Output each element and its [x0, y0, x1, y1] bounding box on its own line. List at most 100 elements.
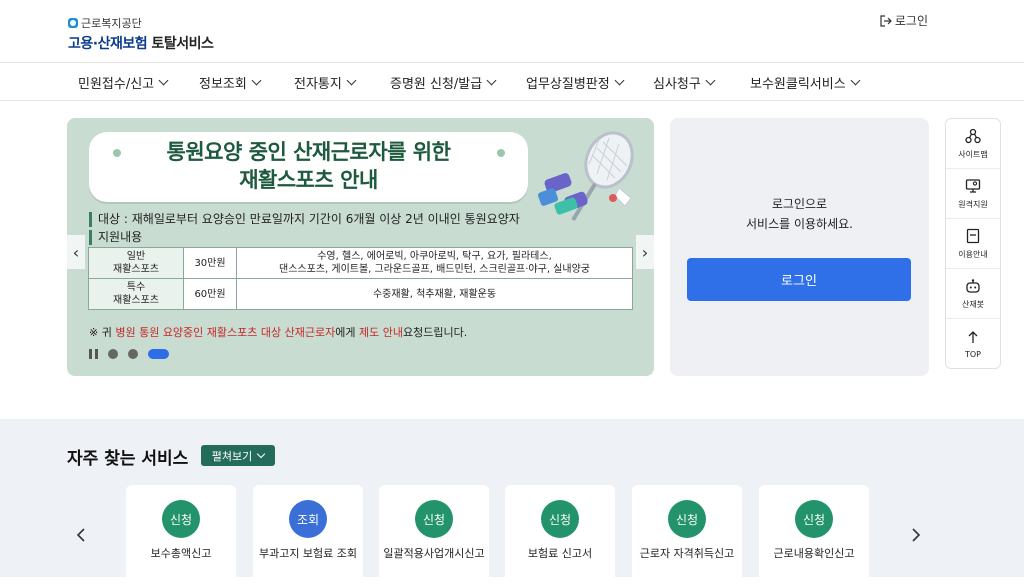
service-name-sub: 토탈서비스: [151, 36, 214, 52]
service-badge: 조회: [289, 500, 327, 538]
banner-indicator-3-active[interactable]: [148, 349, 169, 359]
nav-item-label: 정보조회: [199, 77, 247, 92]
guide-icon: [966, 228, 980, 243]
services-next-button[interactable]: [911, 527, 921, 548]
quick-item-label: TOP: [964, 350, 981, 359]
table-row: 일반 재활스포츠 30만원 수영, 헬스, 에어로빅, 아쿠아로빅, 탁구, 요…: [88, 247, 633, 279]
org-name: 근로복지공단: [81, 17, 142, 30]
chevron-down-icon: [346, 75, 357, 86]
chevron-down-icon: [486, 75, 497, 86]
remote-support-icon: [965, 178, 981, 193]
chevron-left-icon: [76, 528, 85, 542]
expand-button-label: 펼쳐보기: [211, 449, 253, 463]
table-cell-content: 수중재활, 척추재활, 재활운동: [236, 278, 633, 310]
arrow-up-icon: [968, 331, 978, 343]
frequent-services-title: 자주 찾는 서비스: [67, 449, 189, 469]
nav-item-label: 보수원클릭서비스: [750, 77, 846, 92]
site-logo[interactable]: 근로복지공단 고용·산재보험 토탈서비스: [68, 15, 214, 53]
login-message: 로그인으로 서비스를 이용하세요.: [746, 197, 853, 231]
service-card[interactable]: 신청 보수총액신고: [126, 485, 236, 585]
quick-item-guide[interactable]: 이용안내: [946, 219, 1000, 269]
chevron-down-icon: [251, 75, 262, 86]
nav-item-wage-one-click[interactable]: 보수원클릭서비스: [750, 73, 861, 92]
expand-button[interactable]: 펼쳐보기: [201, 445, 275, 466]
quick-item-label: 사이트맵: [958, 149, 988, 159]
services-prev-button[interactable]: [76, 527, 86, 548]
login-panel: 로그인으로 서비스를 이용하세요. 로그인: [670, 118, 929, 376]
chevron-down-icon: [705, 75, 716, 86]
header-login-label: 로그인: [894, 14, 928, 28]
banner-title-dot: [113, 149, 121, 157]
chevron-right-icon: ›: [641, 242, 649, 262]
nav-item-review-request[interactable]: 심사청구: [653, 73, 716, 92]
nav-item-certificates[interactable]: 증명원 신청/발급: [390, 73, 497, 92]
chevron-down-icon: [256, 449, 266, 458]
chevron-right-icon: [912, 528, 921, 542]
banner-support-label: 지원내용: [89, 230, 142, 245]
quick-item-label: 이용안내: [958, 249, 988, 259]
banner-indicator-1[interactable]: [108, 349, 118, 359]
table-cell-content: 수영, 헬스, 에어로빅, 아쿠아로빅, 탁구, 요가, 필라테스, 댄스스포츠…: [236, 247, 633, 279]
service-name-main: 고용·산재보험: [68, 36, 148, 52]
chatbot-icon: [966, 278, 980, 293]
login-button[interactable]: 로그인: [687, 258, 911, 301]
table-cell-category: 일반 재활스포츠: [88, 247, 184, 279]
table-cell-category: 특수 재활스포츠: [88, 278, 184, 310]
banner-title-line2: 재활스포츠 안내: [239, 168, 378, 192]
banner-note: ※ 귀 병원 통원 요양중인 재활스포츠 대상 산재근로자에게 제도 안내요청드…: [89, 326, 468, 339]
service-badge: 신청: [541, 500, 579, 538]
service-card-label: 일괄적용사업개시신고: [383, 547, 485, 560]
service-badge: 신청: [668, 500, 706, 538]
service-card-label: 보수총액신고: [150, 547, 212, 560]
service-card-label: 근로내용확인신고: [773, 547, 855, 560]
chevron-left-icon: ‹: [72, 242, 80, 262]
sports-equipment-icon: [537, 131, 634, 222]
quick-item-sitemap[interactable]: 사이트맵: [946, 119, 1000, 169]
banner-prev-button[interactable]: ‹: [67, 235, 85, 269]
chevron-down-icon: [158, 75, 169, 86]
nav-item-info-inquiry[interactable]: 정보조회: [199, 73, 262, 92]
banner-target-text: 대상 : 재해일로부터 요양승인 만료일까지 기간이 6개월 이상 2년 이내인…: [89, 212, 520, 227]
main-nav: 민원접수/신고 정보조회 전자통지 증명원 신청/발급 업무상질병판정 심사청구…: [0, 63, 1024, 101]
service-card-label: 부과고지 보험료 조회: [258, 547, 358, 560]
service-card-label: 근로자 자격취득신고: [639, 547, 735, 560]
header-login-link[interactable]: 로그인: [880, 12, 928, 29]
service-badge: 신청: [795, 500, 833, 538]
banner-next-button[interactable]: ›: [636, 235, 654, 269]
nav-item-label: 민원접수/신고: [78, 77, 155, 92]
service-badge: 신청: [415, 500, 453, 538]
sitemap-icon: [965, 128, 981, 143]
service-card[interactable]: 신청 근로내용확인신고: [759, 485, 869, 585]
frequent-services-section: 자주 찾는 서비스 펼쳐보기 신청 보수총액신고 조회 부과고지 보험료 조회 …: [0, 419, 1024, 585]
banner-indicator-2[interactable]: [128, 349, 138, 359]
quick-item-chatbot[interactable]: 산재봇: [946, 269, 1000, 319]
table-row: 특수 재활스포츠 60만원 수중재활, 척추재활, 재활운동: [88, 278, 633, 310]
login-icon: [880, 14, 892, 27]
service-card[interactable]: 신청 보험료 신고서: [505, 485, 615, 585]
quick-menu: 사이트맵 원격지원 이용안내 산재봇 TOP: [945, 118, 1001, 369]
nav-item-label: 업무상질병판정: [526, 77, 610, 92]
service-card[interactable]: 신청 근로자 자격취득신고: [632, 485, 742, 585]
banner-controls: [89, 349, 169, 359]
service-badge: 신청: [162, 500, 200, 538]
quick-item-remote-support[interactable]: 원격지원: [946, 169, 1000, 219]
nav-item-civil-complaint[interactable]: 민원접수/신고: [78, 73, 169, 92]
comwel-logo-icon: [68, 18, 78, 28]
quick-item-label: 산재봇: [961, 299, 985, 309]
table-cell-amount: 60만원: [183, 278, 237, 310]
nav-item-label: 전자통지: [294, 77, 342, 92]
quick-item-top[interactable]: TOP: [946, 319, 1000, 369]
service-card[interactable]: 신청 일괄적용사업개시신고: [379, 485, 489, 585]
service-card[interactable]: 조회 부과고지 보험료 조회: [253, 485, 363, 585]
site-header: 근로복지공단 고용·산재보험 토탈서비스 로그인: [0, 0, 1024, 63]
promo-banner[interactable]: 통원요양 중인 산재근로자를 위한 재활스포츠 안내 대상 : 재해일로부터 요…: [67, 118, 654, 376]
nav-item-occupational-disease[interactable]: 업무상질병판정: [526, 73, 625, 92]
quick-item-label: 원격지원: [958, 199, 988, 209]
nav-item-e-notice[interactable]: 전자통지: [294, 73, 357, 92]
chevron-down-icon: [850, 75, 861, 86]
banner-title-dot: [497, 149, 505, 157]
sports-support-table: 일반 재활스포츠 30만원 수영, 헬스, 에어로빅, 아쿠아로빅, 탁구, 요…: [88, 247, 633, 310]
pause-icon[interactable]: [89, 349, 98, 359]
nav-item-label: 증명원 신청/발급: [390, 77, 483, 92]
banner-title-box: 통원요양 중인 산재근로자를 위한 재활스포츠 안내: [89, 132, 528, 202]
